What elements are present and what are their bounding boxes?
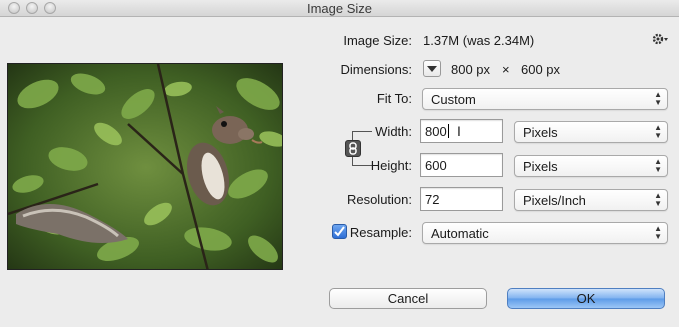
select-arrows-icon: ▲ ▼ [654,90,662,107]
ibeam-cursor-icon: I [457,123,461,139]
select-arrows-icon: ▲ ▼ [654,224,662,241]
width-field[interactable]: 800 I [420,119,503,143]
resolution-unit-value: Pixels/Inch [523,193,586,208]
width-value: 800 [425,124,447,139]
fit-to-value: Custom [431,92,476,107]
dimensions-width: 800 px [451,62,491,77]
width-unit-select[interactable]: Pixels ▲ ▼ [514,121,668,143]
dimensions-menu-button[interactable] [423,60,441,77]
chain-link-icon [349,142,357,155]
width-label: Width: [375,124,412,139]
resample-value: Automatic [431,226,489,241]
height-value: 600 [425,158,447,173]
select-arrows-icon: ▲ ▼ [654,157,662,174]
gear-icon [652,33,668,45]
dimensions-label: Dimensions: [340,62,412,77]
dimensions-height: 600 px [521,62,561,77]
select-arrows-icon: ▲ ▼ [654,123,662,140]
resolution-label: Resolution: [346,192,412,207]
resample-label: Resample: [349,225,412,240]
image-size-value: 1.37M (was 2.34M) [423,33,535,48]
constrain-proportions-button[interactable] [345,140,361,157]
height-unit-value: Pixels [523,159,558,174]
cancel-button[interactable]: Cancel [329,288,487,309]
squirrel-photo [8,64,282,269]
resolution-unit-select[interactable]: Pixels/Inch ▲ ▼ [514,189,668,211]
resample-checkbox[interactable] [332,224,347,239]
title-bar: Image Size [0,0,679,17]
settings-gear-icon[interactable] [651,30,669,48]
fit-to-select[interactable]: Custom ▲ ▼ [422,88,668,110]
dimensions-separator: × [502,62,510,77]
width-unit-value: Pixels [523,125,558,140]
text-cursor-icon [447,124,449,138]
image-preview [7,63,283,270]
image-size-label: Image Size: [343,33,412,48]
window-title: Image Size [306,1,373,16]
height-unit-select[interactable]: Pixels ▲ ▼ [514,155,668,177]
ok-button[interactable]: OK [507,288,665,309]
height-label: Height: [370,158,412,173]
checkmark-icon [334,226,345,237]
fit-to-label: Fit To: [376,91,412,106]
height-field[interactable]: 600 [420,153,503,177]
resolution-field[interactable]: 72 [420,187,503,211]
resolution-value: 72 [425,192,440,207]
resample-select[interactable]: Automatic ▲ ▼ [422,222,668,244]
triangle-down-icon [427,66,437,72]
select-arrows-icon: ▲ ▼ [654,191,662,208]
